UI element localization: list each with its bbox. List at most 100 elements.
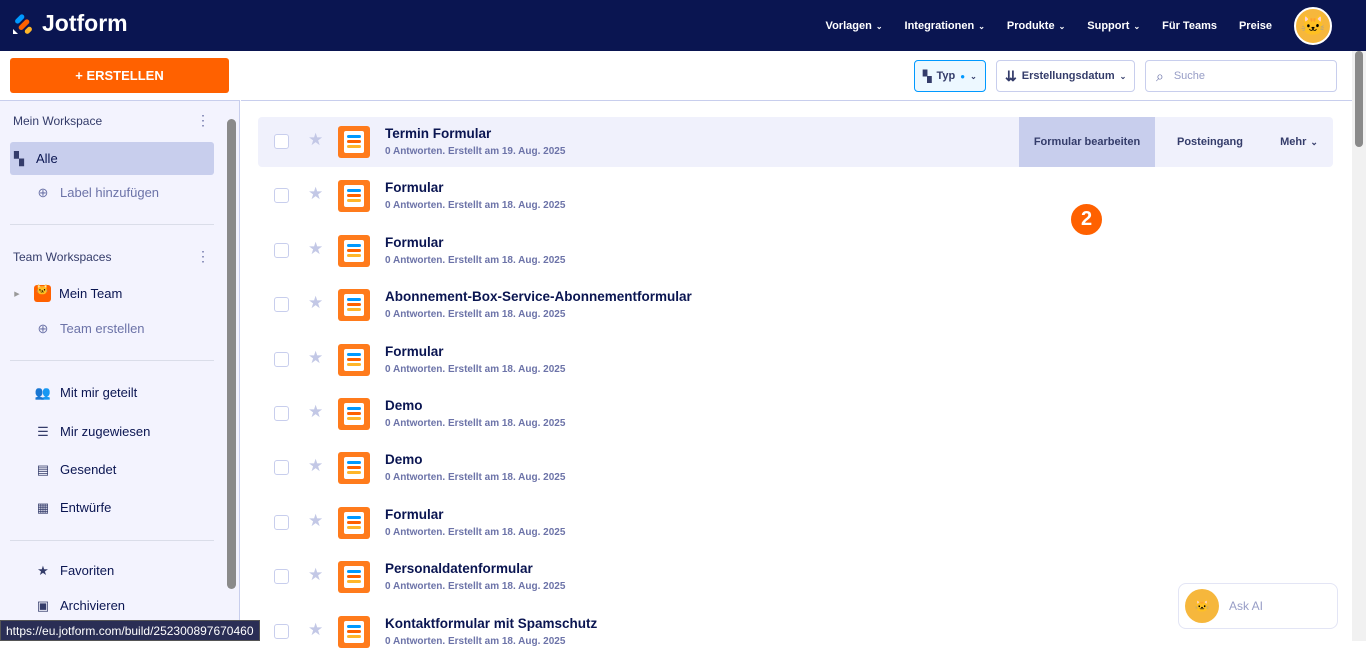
form-title[interactable]: Formular (385, 180, 444, 195)
select-checkbox[interactable] (274, 623, 289, 639)
form-icon (338, 561, 370, 594)
divider (10, 360, 214, 361)
scroll-thumb[interactable] (1355, 51, 1363, 147)
chevron-down-icon: ⌄ (1310, 136, 1318, 147)
form-title[interactable]: Formular (385, 235, 444, 250)
nav-item[interactable]: Integrationen ⌄ (905, 20, 985, 32)
sort-button[interactable]: ⇊ Erstellungsdatum ⌄ (996, 60, 1136, 92)
form-row[interactable]: ★ Demo 0 Antworten. Erstellt am 18. Aug. 2… (258, 443, 1333, 493)
more-button[interactable]: Mehr ⌄ (1265, 117, 1333, 167)
add-label-button[interactable]: ⊕ Label hinzufügen (34, 176, 238, 209)
nav-label: Vorlagen (825, 19, 872, 32)
sidebar-item-label: Archivieren (60, 598, 126, 613)
checklist-icon: ☰ (37, 423, 49, 439)
sidebar-item-all[interactable]: ▚ Alle (10, 142, 214, 175)
form-row[interactable]: ★ Kontaktformular mit Spamschutz 0 Antwort… (258, 607, 1333, 657)
grid-icon: ▚ (923, 70, 932, 83)
star-icon[interactable]: ★ (308, 620, 323, 640)
nav-label: Produkte (1006, 19, 1055, 32)
user-avatar[interactable]: 🐱 (1294, 6, 1332, 45)
form-row[interactable]: ★ Demo 0 Antworten. Erstellt am 18. Aug. 2… (258, 389, 1333, 439)
select-checkbox[interactable] (274, 297, 289, 313)
search-input[interactable]: ⌕ Suche (1145, 60, 1337, 92)
star-icon[interactable]: ★ (308, 130, 323, 150)
sidebar-item-label: Entwürfe (60, 500, 112, 515)
form-title[interactable]: Formular (385, 507, 444, 522)
page-scrollbar[interactable] (1352, 51, 1366, 641)
select-checkbox[interactable] (274, 514, 289, 530)
nav-item[interactable]: Support ⌄ (1087, 20, 1140, 32)
sidebar-item-label: Mein Team (59, 286, 123, 301)
sidebar-item-archive[interactable]: ▣ Archivieren (34, 589, 238, 622)
star-icon[interactable]: ★ (308, 348, 323, 368)
chevron-down-icon: ⌄ (1119, 71, 1127, 81)
grid-icon: ▚ (14, 150, 24, 166)
sidebar-item-label: Mit mir geteilt (60, 385, 138, 400)
form-row[interactable]: ★ Formular 0 Antworten. Erstellt am 18. Au… (258, 498, 1333, 548)
form-row[interactable]: ★ Formular 0 Antworten. Erstellt am 18. Au… (258, 226, 1333, 276)
sidebar-scrollbar[interactable] (227, 119, 236, 589)
ask-ai-button[interactable]: 🐱 Ask AI (1178, 583, 1338, 629)
star-icon[interactable]: ★ (308, 456, 323, 476)
form-title[interactable]: Demo (385, 452, 423, 467)
sidebar-item-shared[interactable]: 👥 Mit mir geteilt (34, 376, 238, 409)
form-icon (338, 506, 370, 539)
active-dot-icon: ● (960, 71, 966, 81)
sidebar-item-drafts[interactable]: ▦ Entwürfe (34, 491, 238, 524)
form-title[interactable]: Termin Formular (385, 126, 491, 141)
sidebar-item-my-team[interactable]: ▶ 🐱 Mein Team (10, 277, 214, 310)
form-row[interactable]: ★ Personaldatenformular 0 Antworten. Erste… (258, 552, 1333, 602)
sidebar-item-assigned[interactable]: ☰ Mir zugewiesen (34, 415, 238, 448)
form-row[interactable]: ★ Formular 0 Antworten. Erstellt am 18. Au… (258, 171, 1333, 221)
divider (10, 540, 214, 541)
star-icon[interactable]: ★ (308, 239, 323, 259)
team-workspaces-heading: Team Workspaces (13, 250, 112, 264)
create-team-button[interactable]: ⊕ Team erstellen (34, 312, 238, 345)
star-icon[interactable]: ★ (308, 511, 323, 531)
form-row[interactable]: ★ Abonnement-Box-Service-Abonnementformul… (258, 280, 1333, 330)
my-workspace-menu-icon[interactable]: ⋮ (196, 112, 210, 129)
select-checkbox[interactable] (274, 188, 289, 204)
nav-item[interactable]: Vorlagen ⌄ (826, 20, 883, 32)
select-checkbox[interactable] (274, 134, 289, 149)
sidebar-item-favorites[interactable]: ★ Favoriten (34, 554, 238, 587)
form-icon (338, 234, 370, 267)
star-icon[interactable]: ★ (308, 184, 323, 204)
form-meta: 0 Antworten. Erstellt am 18. Aug. 2025 (385, 581, 566, 593)
form-row[interactable]: ★ Termin Formular 0 Antworten. Erstellt am… (258, 117, 1333, 167)
form-meta: 0 Antworten. Erstellt am 18. Aug. 2025 (385, 309, 566, 321)
chevron-down-icon: ⌄ (875, 21, 883, 31)
team-workspaces-menu-icon[interactable]: ⋮ (196, 248, 210, 265)
caret-right-icon[interactable]: ▶ (10, 290, 24, 298)
team-avatar-icon: 🐱 (34, 285, 51, 302)
chevron-down-icon: ⌄ (1058, 21, 1066, 31)
sidebar-item-sent[interactable]: ▤ Gesendet (34, 453, 238, 486)
form-title[interactable]: Demo (385, 398, 423, 413)
form-meta: 0 Antworten. Erstellt am 18. Aug. 2025 (385, 418, 566, 429)
select-checkbox[interactable] (274, 569, 289, 585)
jotform-logo[interactable]: Jotform (12, 10, 128, 37)
star-icon[interactable]: ★ (308, 293, 323, 313)
star-icon[interactable]: ★ (308, 402, 323, 422)
nav-item[interactable]: Preise (1239, 20, 1272, 32)
nav-item[interactable]: Für Teams (1162, 20, 1217, 32)
form-title[interactable]: Personaldatenformular (385, 561, 533, 576)
type-filter-button[interactable]: ▚ Typ ● ⌄ (914, 60, 986, 92)
select-checkbox[interactable] (274, 242, 289, 258)
form-title[interactable]: Formular (385, 344, 444, 359)
inbox-button[interactable]: Posteingang (1155, 117, 1265, 167)
create-button[interactable]: + ERSTELLEN (10, 58, 229, 93)
my-workspace-heading: Mein Workspace (13, 114, 103, 128)
select-checkbox[interactable] (274, 460, 289, 476)
form-title[interactable]: Kontaktformular mit Spamschutz (385, 616, 597, 631)
select-checkbox[interactable] (274, 351, 289, 367)
star-icon[interactable]: ★ (308, 565, 323, 585)
edit-form-button[interactable]: Formular bearbeiten (1019, 117, 1155, 167)
form-title[interactable]: Abonnement-Box-Service-Abonnementformula… (385, 289, 692, 304)
select-checkbox[interactable] (274, 406, 289, 421)
search-icon: ⌕ (1156, 67, 1164, 84)
form-meta: 0 Antworten. Erstellt am 18. Aug. 2025 (385, 254, 566, 266)
form-row[interactable]: ★ Formular 0 Antworten. Erstellt am 18. Au… (258, 335, 1333, 385)
chevron-down-icon: ⌄ (970, 71, 977, 81)
nav-item[interactable]: Produkte ⌄ (1007, 20, 1065, 32)
